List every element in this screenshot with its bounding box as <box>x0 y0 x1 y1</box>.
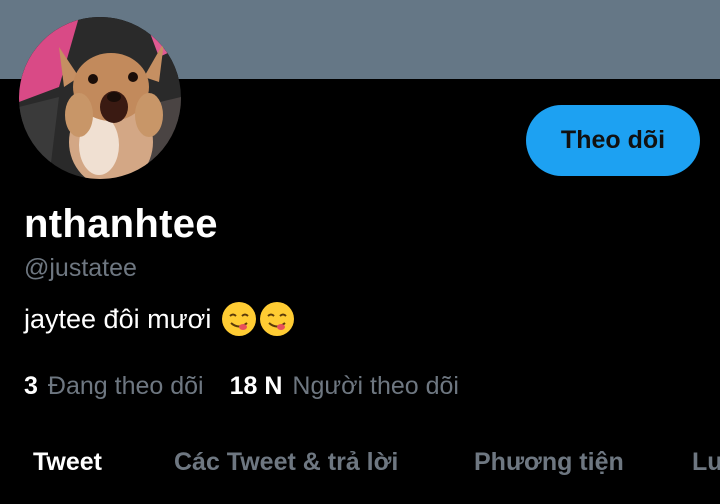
follow-stats: 3 Đang theo dõi 18 N Người theo dõi <box>24 368 459 404</box>
tab-likes[interactable]: Lượt thích <box>692 448 720 477</box>
following-label: Đang theo dõi <box>47 372 204 400</box>
user-handle: @justatee <box>24 254 137 282</box>
following-count: 3 <box>24 372 38 400</box>
tab-tweets-and-replies[interactable]: Các Tweet & trả lời <box>174 448 398 477</box>
follow-button[interactable]: Theo dõi <box>526 105 700 176</box>
smiling-face-savoring-food-icon <box>222 302 257 336</box>
tab-tweets[interactable]: Tweet <box>33 448 102 477</box>
dog-avatar-image <box>19 17 181 179</box>
tab-media[interactable]: Phương tiện <box>474 448 624 477</box>
avatar[interactable] <box>19 17 181 179</box>
followers-count: 18 N <box>229 372 283 400</box>
profile-tabs: Tweet Các Tweet & trả lời Phương tiện Lư… <box>0 440 720 488</box>
followers-stat[interactable]: 18 N Người theo dõi <box>230 368 459 404</box>
smiling-face-savoring-food-icon <box>260 302 295 336</box>
display-name: nthanhtee <box>24 202 218 246</box>
followers-label: Người theo dõi <box>292 372 459 400</box>
following-stat[interactable]: 3 Đang theo dõi <box>24 368 204 404</box>
bio: jaytee đôi mươi <box>24 300 295 338</box>
bio-emojis <box>221 301 295 337</box>
bio-text: jaytee đôi mươi <box>24 304 212 334</box>
